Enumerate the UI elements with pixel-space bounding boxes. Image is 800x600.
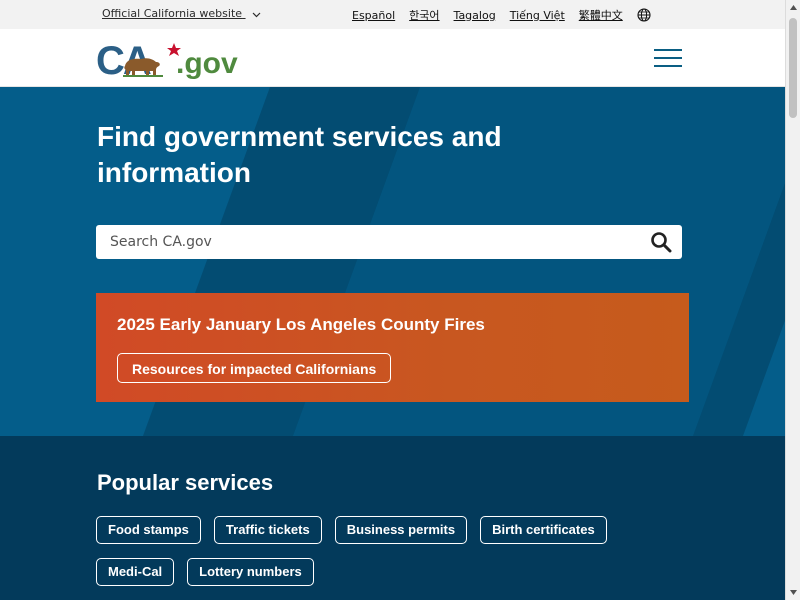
scroll-down-arrow-icon[interactable] xyxy=(789,588,798,597)
service-link-business-permits[interactable]: Business permits xyxy=(334,516,468,544)
scrollbar-thumb[interactable] xyxy=(789,18,797,118)
scroll-up-arrow-icon[interactable] xyxy=(789,3,798,12)
official-website-toggle[interactable]: Official California website xyxy=(102,7,261,21)
popular-services-section: Popular services Food stamps Traffic tic… xyxy=(0,436,785,600)
hamburger-menu-icon[interactable] xyxy=(654,49,682,69)
search-input[interactable] xyxy=(96,225,650,259)
language-link-korean[interactable]: 한국어 xyxy=(409,7,439,23)
chevron-down-icon xyxy=(252,8,261,21)
resources-button[interactable]: Resources for impacted Californians xyxy=(117,353,392,383)
popular-services-title: Popular services xyxy=(97,470,274,495)
service-link-birth-certificates[interactable]: Birth certificates xyxy=(480,516,607,544)
vertical-scrollbar[interactable] xyxy=(785,0,800,600)
language-link-tagalog[interactable]: Tagalog xyxy=(454,9,496,22)
language-link-chinese[interactable]: 繁體中文 xyxy=(579,7,623,23)
official-website-label: Official California website xyxy=(102,7,243,20)
service-link-lottery-numbers[interactable]: Lottery numbers xyxy=(187,558,314,586)
service-links: Food stamps Traffic tickets Business per… xyxy=(96,516,676,600)
service-link-food-stamps[interactable]: Food stamps xyxy=(96,516,201,544)
search-icon[interactable] xyxy=(650,231,672,253)
browser-viewport: Official California website Español 한국어 … xyxy=(0,0,785,600)
utility-bar: Official California website Español 한국어 … xyxy=(0,0,785,29)
hero-title: Find government services and information xyxy=(97,121,502,188)
site-header: CA .gov xyxy=(0,29,785,87)
search-bar xyxy=(96,225,682,259)
hero-section: Find government services and information… xyxy=(0,87,785,436)
ca-gov-logo[interactable]: CA .gov xyxy=(96,39,256,79)
service-link-traffic-tickets[interactable]: Traffic tickets xyxy=(213,516,322,544)
language-links: Español 한국어 Tagalog Tiếng Việt 繁體中文 xyxy=(352,7,651,23)
language-link-spanish[interactable]: Español xyxy=(352,9,395,22)
fire-alert-banner: 2025 Early January Los Angeles County Fi… xyxy=(96,293,689,402)
service-link-medi-cal[interactable]: Medi-Cal xyxy=(96,558,175,586)
globe-icon[interactable] xyxy=(637,8,651,22)
language-link-vietnamese[interactable]: Tiếng Việt xyxy=(510,9,565,22)
alert-title: 2025 Early January Los Angeles County Fi… xyxy=(117,315,485,334)
logo-gov-text: .gov xyxy=(176,47,238,79)
